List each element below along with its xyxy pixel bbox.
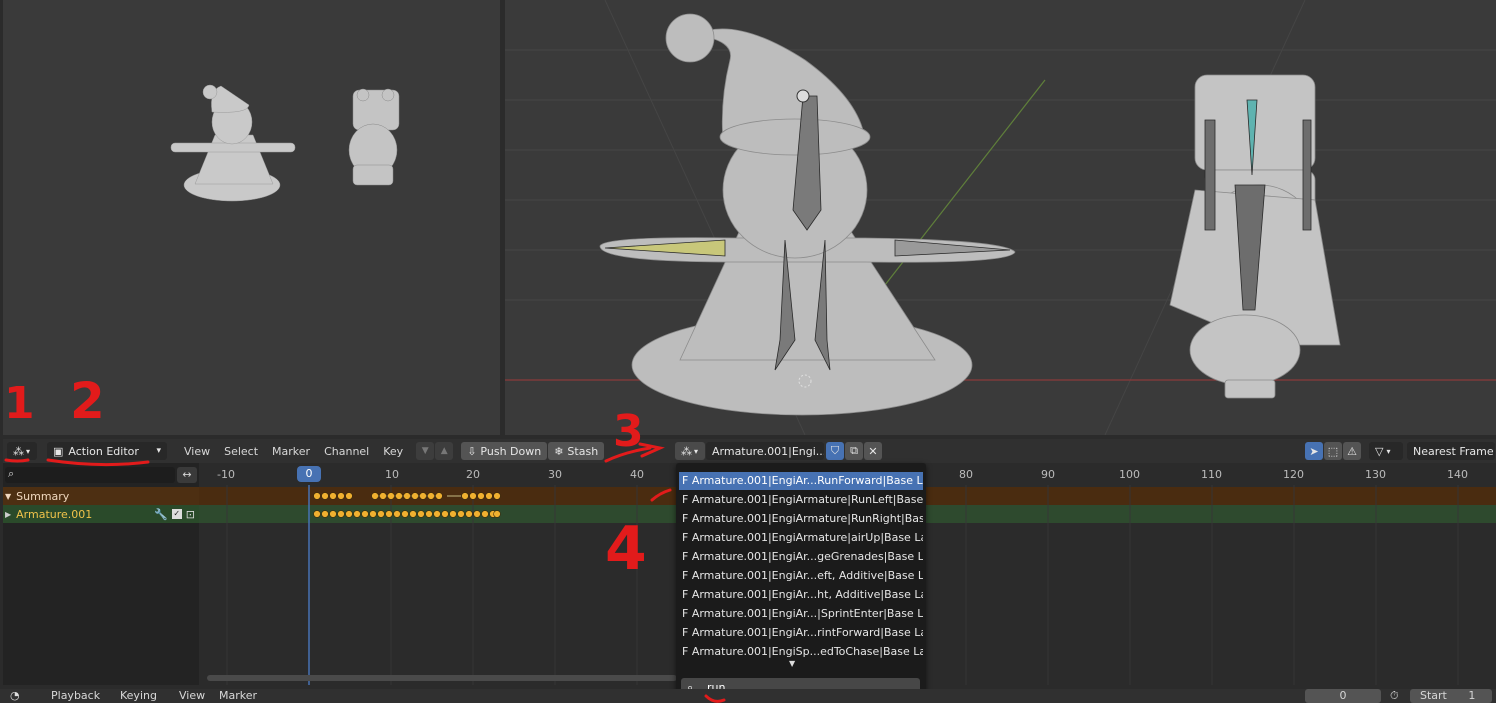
action-list-item[interactable]: F Armature.001|EngiSp...edToChase|Base L… (679, 643, 923, 661)
triangle-down-icon: ▼ (421, 446, 429, 456)
menu-channel[interactable]: Channel (317, 445, 376, 458)
menu-keying[interactable]: Keying (113, 689, 164, 702)
cursor-arrow-icon: ➤ (1309, 444, 1319, 458)
channel-armature[interactable]: ▶ Armature.001 🔧 ✓ ⊡ (3, 505, 199, 523)
only-errors-toggle[interactable]: ⚠ (1343, 442, 1361, 460)
stash-icon: ❄ (554, 444, 564, 458)
dopesheet-icon: ⁂ (13, 444, 24, 458)
dashed-box-icon: ⬚ (1327, 444, 1339, 458)
close-icon: ✕ (868, 444, 878, 458)
action-list-item[interactable]: F Armature.001|EngiArmature|airUp|Base L… (679, 529, 923, 547)
robot-figure-small (348, 88, 400, 186)
armature-label: Armature.001 (16, 507, 93, 521)
action-list-item[interactable]: F Armature.001|EngiAr...ht, Additive|Bas… (679, 586, 923, 604)
checkbox-icon[interactable]: ✓ (171, 509, 182, 519)
unlink-action-button[interactable]: ✕ (864, 442, 882, 460)
push-down-icon: ⇩ (467, 444, 477, 458)
menu-select[interactable]: Select (217, 445, 265, 458)
channel-search-input[interactable]: ⌕ (5, 467, 175, 483)
warning-icon: ⚠ (1347, 444, 1357, 458)
action-browse-dropdown: F Armature.001|EngiAr...RunForward|Base … (676, 463, 926, 703)
viewport-left-scene (170, 84, 400, 202)
menu-marker[interactable]: Marker (212, 689, 264, 702)
only-selected-toggle[interactable]: ➤ (1305, 442, 1323, 460)
stopwatch-icon[interactable]: ⏱ (1390, 689, 1399, 703)
chevron-down-icon: ▾ (26, 446, 31, 456)
annotation-2: 2 (70, 372, 105, 430)
triangle-up-icon: ▲ (440, 446, 448, 456)
show-hidden-toggle[interactable]: ⬚ (1324, 442, 1342, 460)
lock-icon[interactable]: ⊡ (186, 508, 195, 521)
expand-triangle-icon[interactable]: ▶ (5, 510, 11, 519)
current-frame-field[interactable]: 0 (1305, 689, 1381, 703)
chevron-down-icon: ▾ (1386, 446, 1391, 456)
wrench-icon[interactable]: 🔧 (154, 508, 168, 521)
start-value: 1 (1468, 689, 1476, 702)
menu-key[interactable]: Key (376, 445, 410, 458)
mode-select-label: Action Editor (68, 444, 139, 458)
start-label: Start (1420, 689, 1447, 702)
menu-view[interactable]: View (172, 689, 212, 702)
summary-label: Summary (16, 489, 70, 503)
horizontal-scrollbar (207, 675, 677, 681)
action-name-label: Armature.001|Engi... (712, 444, 824, 458)
annotation-3: 3 (613, 406, 644, 457)
channel-list: ⌕ ↔ ▼ Summary ▶ Armature.001 🔧 ✓ ⊡ (3, 463, 199, 685)
collapse-triangle-icon[interactable]: ▼ (5, 492, 11, 501)
menu-playback[interactable]: Playback (44, 689, 107, 702)
mode-select[interactable]: ▣ Action Editor ▾ (47, 442, 167, 460)
action-list-item[interactable]: F Armature.001|EngiAr...rintForward|Base… (679, 624, 923, 642)
push-down-button[interactable]: ⇩ Push Down (461, 442, 548, 460)
viewport-right[interactable] (505, 0, 1496, 435)
layer-down-button[interactable]: ▼ (416, 442, 435, 460)
armature-keyframes (313, 510, 501, 518)
duplicate-icon: ⧉ (850, 444, 858, 457)
action-list-item[interactable]: F Armature.001|EngiAr...geGrenades|Base … (679, 548, 923, 566)
swap-arrows-icon[interactable]: ↔ (177, 467, 197, 483)
timeline-header: ◔ Playback Keying View Marker 0 ⏱ Start … (0, 689, 1496, 703)
menu-view[interactable]: View (177, 445, 217, 458)
chevron-down-icon: ▾ (694, 446, 699, 456)
menu-marker[interactable]: Marker (265, 445, 317, 458)
new-action-button[interactable]: ⧉ (845, 442, 863, 460)
start-frame-field[interactable]: Start 1 (1410, 689, 1492, 703)
stash-label: Stash (567, 444, 599, 458)
annotation-4: 4 (605, 514, 647, 584)
action-list-item[interactable]: F Armature.001|EngiArmature|RunLeft|Base… (679, 491, 923, 509)
clock-icon[interactable]: ◔ (10, 689, 20, 702)
scroll-down-icon[interactable]: ▼ (789, 659, 795, 668)
stash-button[interactable]: ❄ Stash (548, 442, 605, 460)
layer-up-button[interactable]: ▲ (435, 442, 454, 460)
shield-icon: ⛉ (830, 444, 840, 457)
action-editor-icon: ▣ (53, 444, 64, 458)
santa-figure-small (170, 84, 296, 202)
viewport-right-scene (505, 0, 1496, 435)
filter-button[interactable]: ▽ ▾ (1369, 442, 1403, 460)
editor-type-button[interactable]: ⁂ ▾ (7, 442, 37, 460)
chevron-down-icon: ▾ (156, 446, 161, 456)
fake-user-toggle[interactable]: ⛉ (826, 442, 844, 460)
channel-summary[interactable]: ▼ Summary (3, 487, 199, 505)
viewport-left[interactable] (3, 0, 500, 435)
snap-mode-label: Nearest Frame (1413, 444, 1494, 458)
filter-icon: ▽ (1375, 444, 1384, 458)
annotation-1: 1 (4, 378, 35, 429)
action-list-item[interactable]: F Armature.001|EngiArmature|RunRight|Bas… (679, 510, 923, 528)
action-list-item[interactable]: F Armature.001|EngiAr...RunForward|Base … (679, 472, 923, 490)
summary-keyframes (313, 492, 501, 500)
action-list-item[interactable]: F Armature.001|EngiAr...eft, Additive|Ba… (679, 567, 923, 585)
snap-mode-select[interactable]: Nearest Frame (1407, 442, 1495, 460)
browse-action-button[interactable]: ⁂ ▾ (675, 442, 705, 460)
action-icon: ⁂ (681, 444, 692, 458)
action-name-field[interactable]: Armature.001|Engi... (706, 442, 824, 460)
search-icon: ⌕ (8, 467, 15, 480)
action-editor-header: ⁂ ▾ ▣ Action Editor ▾ View Select Marker… (3, 439, 1496, 463)
push-down-label: Push Down (480, 444, 542, 458)
action-list-item[interactable]: F Armature.001|EngiAr...|SprintEnter|Bas… (679, 605, 923, 623)
